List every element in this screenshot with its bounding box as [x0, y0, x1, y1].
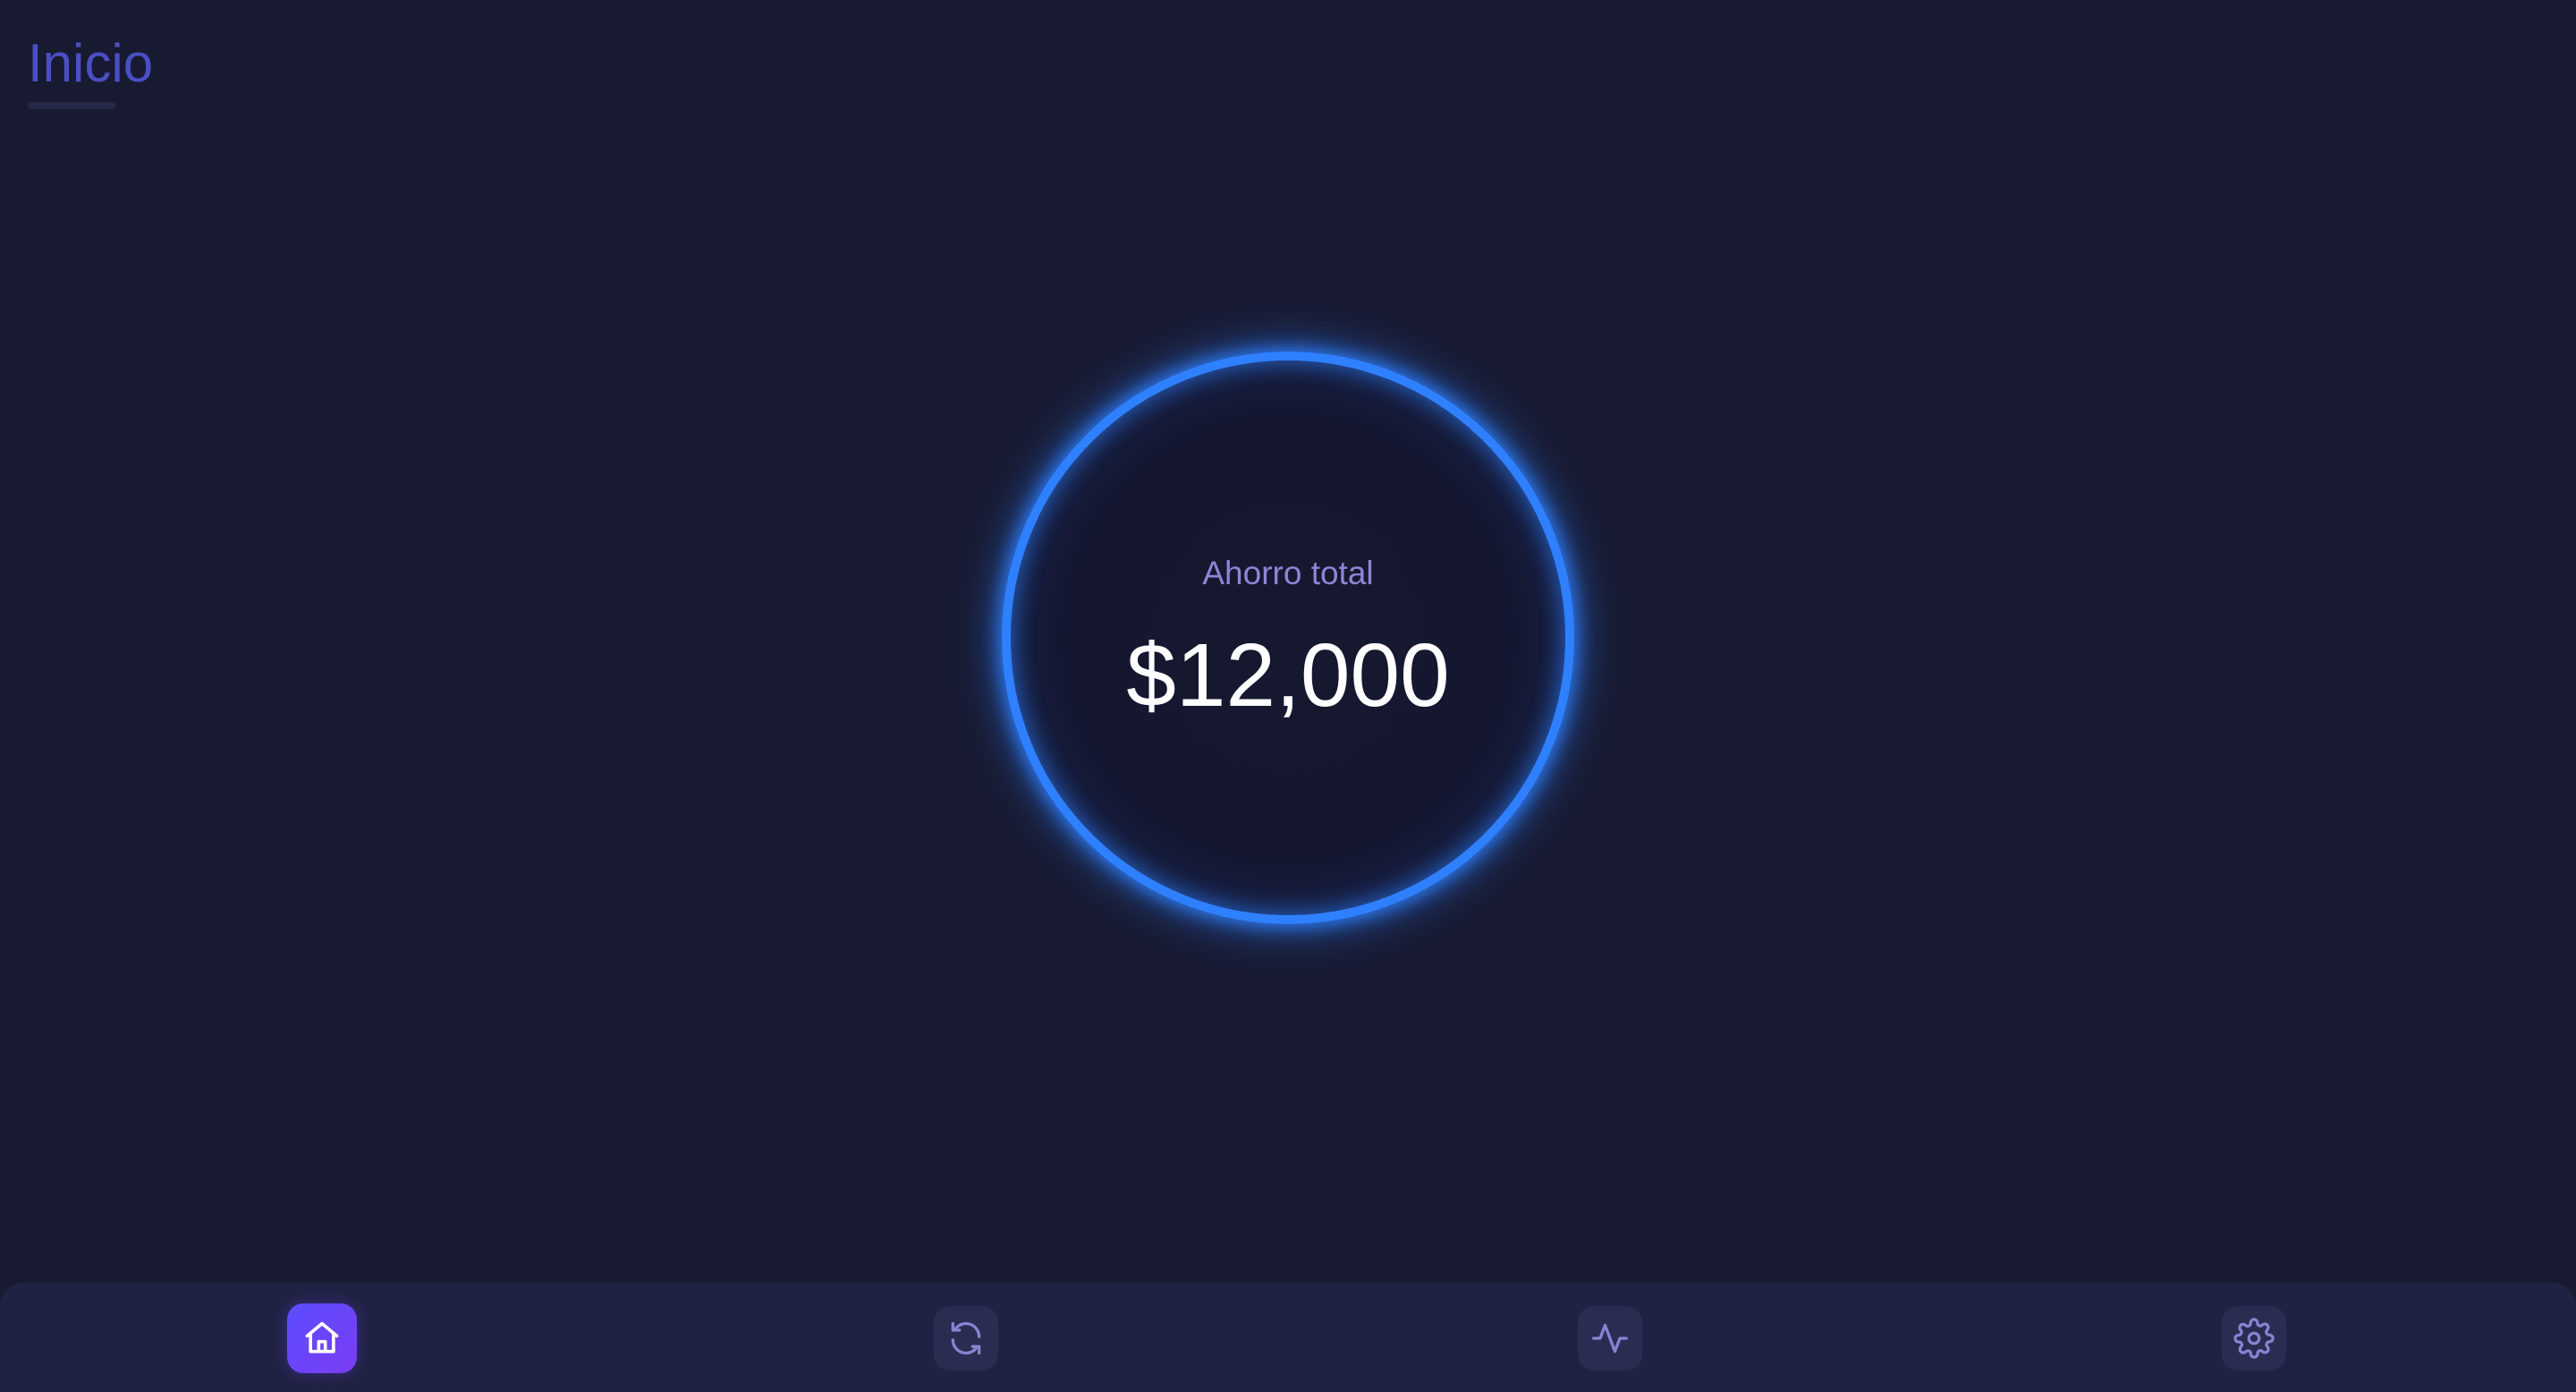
nav-home-button[interactable] [287, 1303, 357, 1373]
activity-icon [1590, 1319, 1630, 1358]
gear-icon [2233, 1318, 2275, 1359]
refresh-icon [946, 1319, 986, 1358]
title-underline [28, 102, 115, 109]
bottom-nav [0, 1283, 2576, 1392]
page-header: Inicio [28, 32, 153, 109]
savings-label: Ahorro total [1202, 555, 1374, 591]
nav-sync-button[interactable] [934, 1306, 998, 1371]
savings-value: $12,000 [1126, 625, 1450, 726]
home-icon [302, 1319, 342, 1358]
nav-activity-button[interactable] [1578, 1306, 1642, 1371]
app-screen: Inicio Ahorro total $12,000 [0, 0, 2576, 1392]
nav-settings-button[interactable] [2222, 1306, 2286, 1371]
page-title: Inicio [28, 33, 154, 93]
